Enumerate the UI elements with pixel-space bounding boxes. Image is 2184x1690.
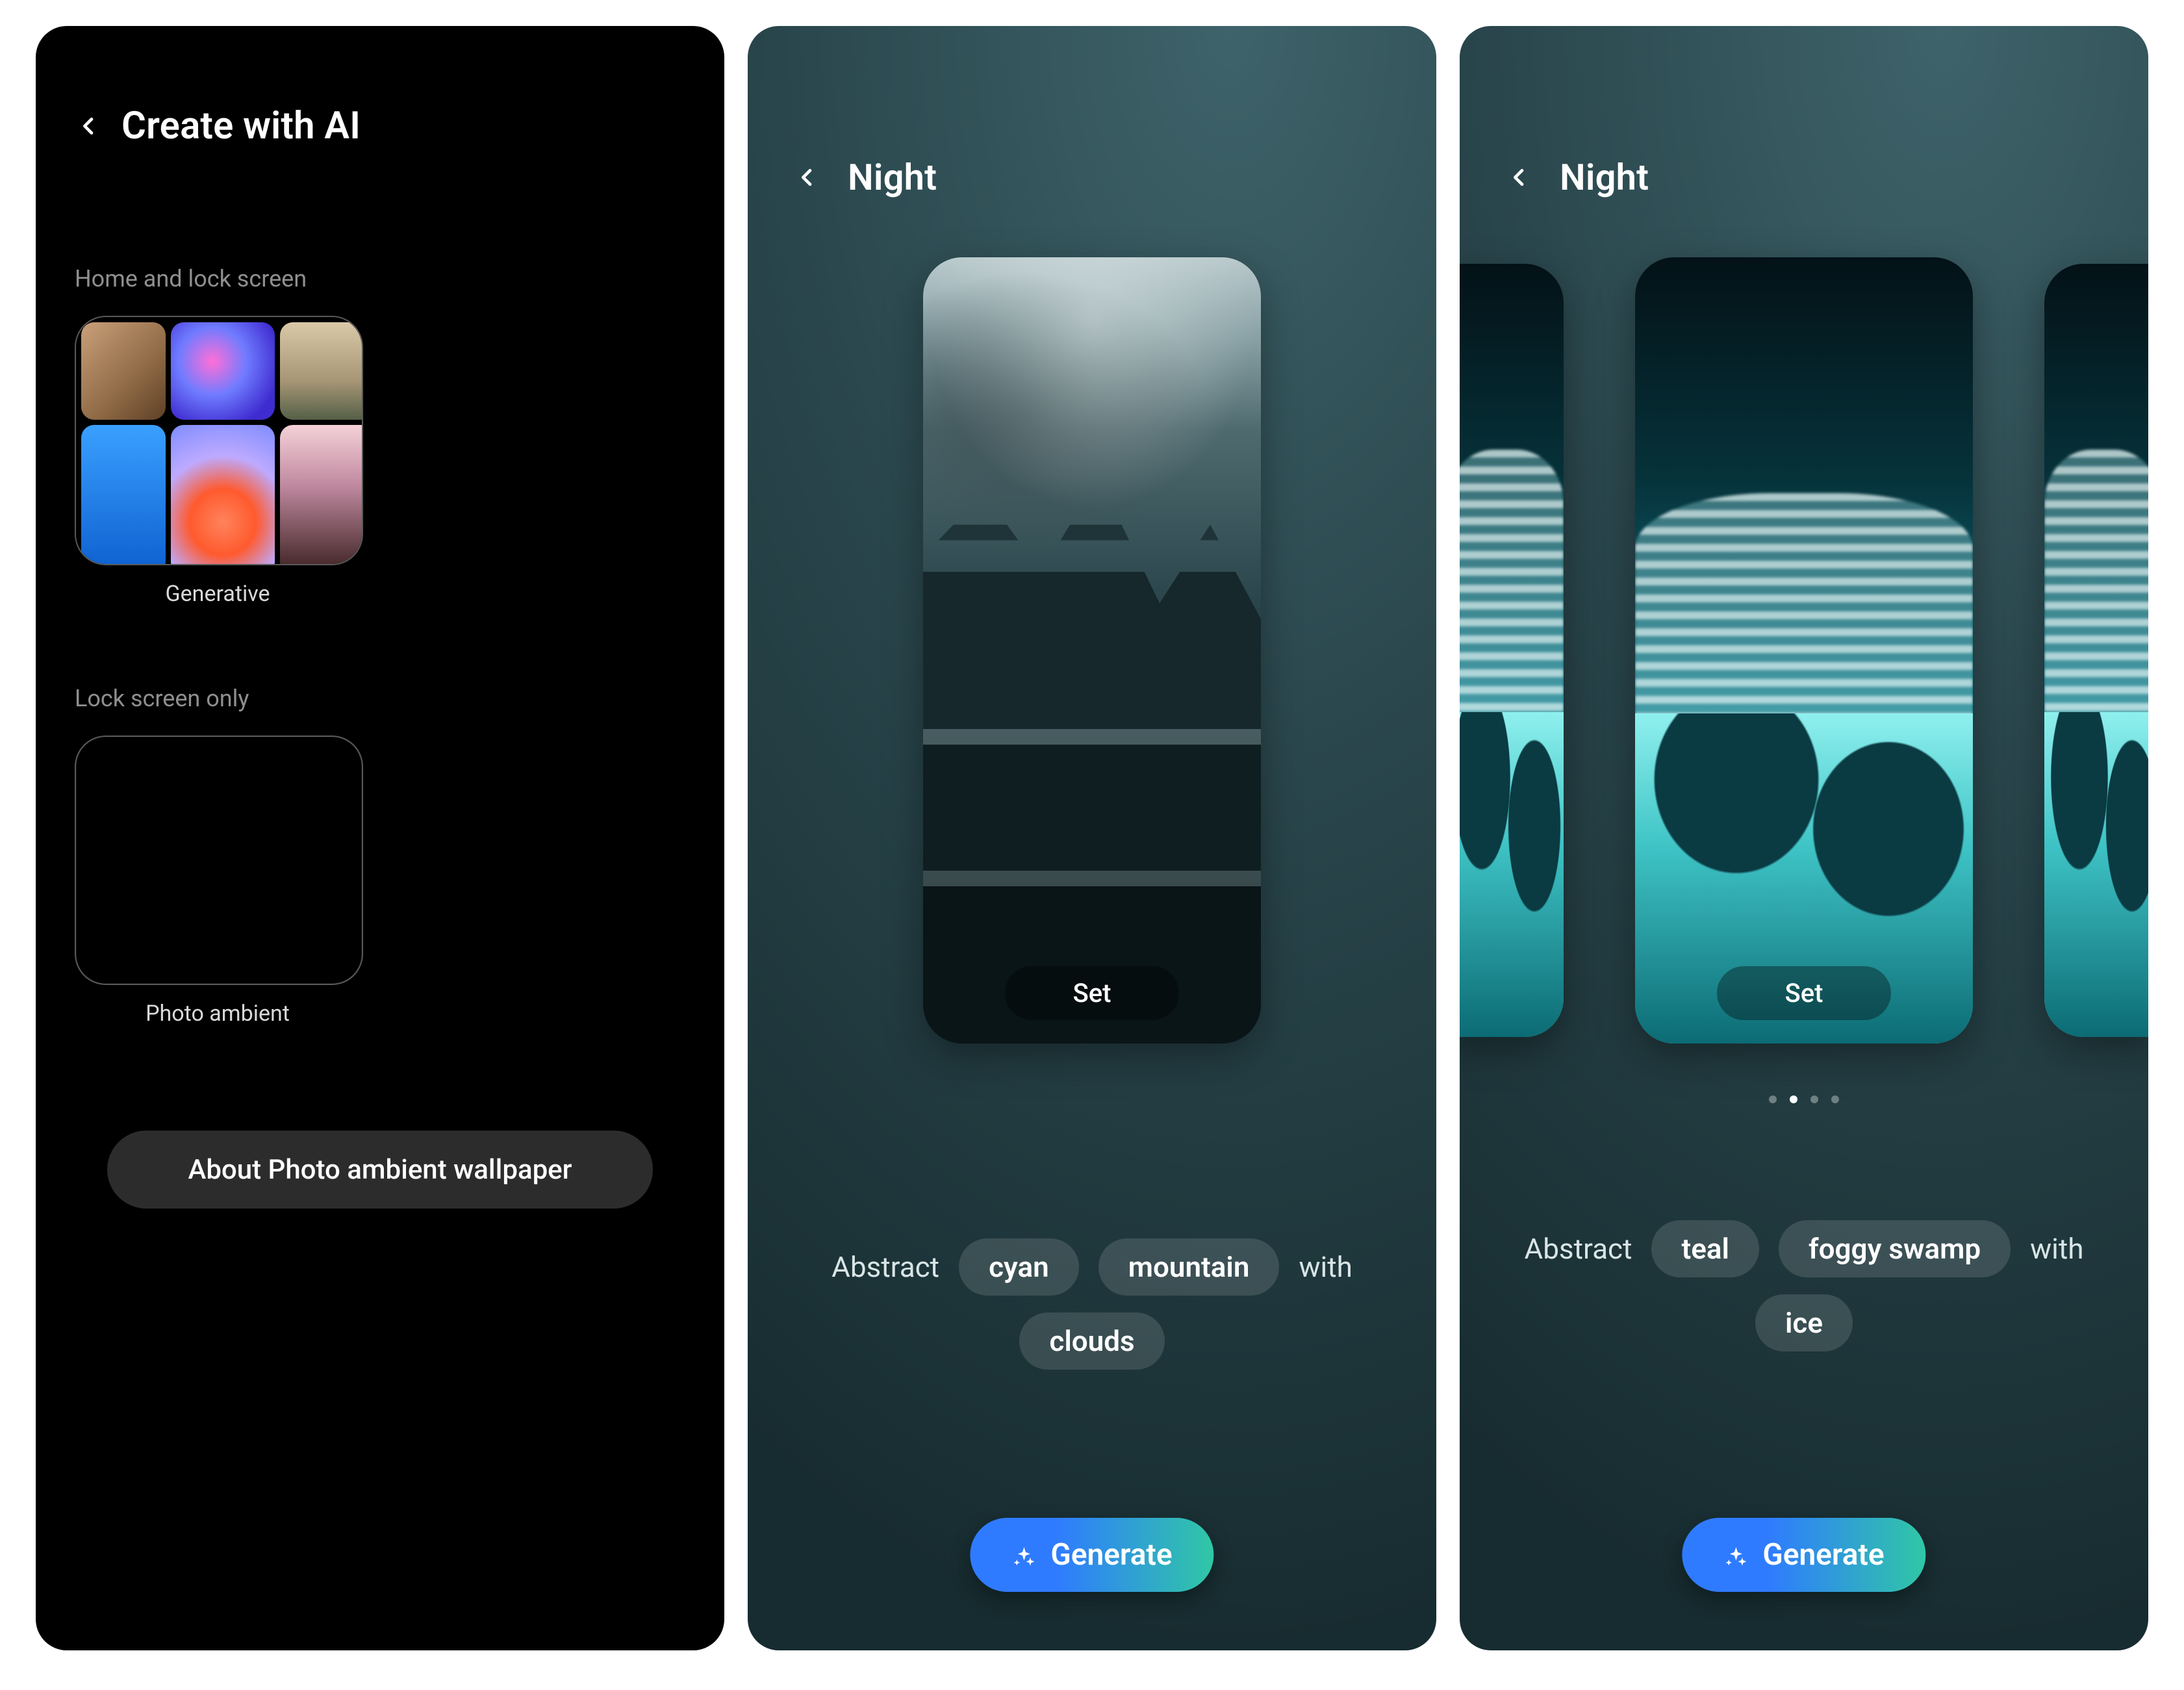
tile-photo-ambient-label: Photo ambient [75,1001,361,1027]
page-title: Night [848,156,937,199]
prompt-word-abstract: Abstract [832,1250,939,1284]
ice-artwork [1635,257,1973,1043]
prompt-chip-subject[interactable]: mountain [1098,1238,1280,1296]
preview-card[interactable]: Set [1635,257,1973,1043]
wallpaper-preview: Set [748,257,1436,1069]
tile-generative[interactable]: Generative [75,316,724,607]
generate-button[interactable]: Generate [970,1518,1213,1592]
prompt-chip-color[interactable]: teal [1651,1220,1759,1277]
prompt-word-abstract: Abstract [1525,1232,1632,1266]
prompt-chip-subject[interactable]: foggy swamp [1779,1220,2011,1277]
pager-dot[interactable] [1769,1095,1777,1103]
set-button[interactable]: Set [1717,966,1891,1020]
screen-night-ice: Night Set Abstract teal foggy swamp with… [1460,26,2148,1650]
preview-card-prev[interactable] [1460,264,1564,1037]
set-button[interactable]: Set [1005,966,1179,1020]
set-button-label: Set [1785,978,1823,1008]
pager-dot[interactable] [1790,1095,1797,1103]
header: Create with AI [36,26,724,148]
header: Night [1460,26,2148,199]
back-icon[interactable] [793,163,822,192]
prompt-chip-detail[interactable]: clouds [1019,1312,1164,1370]
about-photo-ambient-button[interactable]: About Photo ambient wallpaper [107,1131,653,1209]
screen-create-with-ai: Create with AI Home and lock screen Gene… [36,26,724,1650]
sparkle-icon [1011,1543,1036,1567]
generate-button-label: Generate [1050,1537,1172,1572]
prompt-row: Abstract teal foggy swamp with ice [1460,1220,2148,1351]
page-title: Night [1560,156,1649,199]
prompt-chip-detail[interactable]: ice [1755,1294,1853,1351]
back-icon[interactable] [75,112,103,140]
wallpaper-carousel[interactable]: Set [1460,257,2148,1069]
generate-button[interactable]: Generate [1682,1518,1925,1592]
tile-photo-ambient[interactable]: Photo ambient [75,736,724,1027]
prompt-row: Abstract cyan mountain with clouds [748,1238,1436,1370]
section-label-lock-only: Lock screen only [36,607,724,736]
header: Night [748,26,1436,199]
preview-card-next[interactable] [2044,264,2148,1037]
pager-dots [1460,1095,2148,1103]
generate-button-label: Generate [1762,1537,1884,1572]
three-screenshot-row: Create with AI Home and lock screen Gene… [0,0,2184,1676]
tile-generative-thumb [75,316,363,565]
pager-dot[interactable] [1810,1095,1818,1103]
tile-generative-label: Generative [75,581,361,607]
mountain-artwork [923,257,1261,1043]
prompt-word-with: with [2030,1232,2083,1266]
preview-card[interactable]: Set [923,257,1261,1043]
prompt-word-with: with [1299,1250,1352,1284]
sparkle-icon [1723,1543,1748,1567]
about-button-label: About Photo ambient wallpaper [188,1154,572,1186]
ice-artwork [2044,264,2148,1037]
pager-dot[interactable] [1831,1095,1839,1103]
set-button-label: Set [1073,978,1111,1008]
page-title: Create with AI [121,104,361,148]
back-icon[interactable] [1505,163,1534,192]
screen-night-mountain: Night Set Abstract cyan mountain with cl… [748,26,1436,1650]
prompt-chip-color[interactable]: cyan [959,1238,1079,1296]
tile-photo-ambient-thumb [75,736,363,985]
section-label-home-lock: Home and lock screen [36,148,724,316]
ice-artwork [1460,264,1564,1037]
